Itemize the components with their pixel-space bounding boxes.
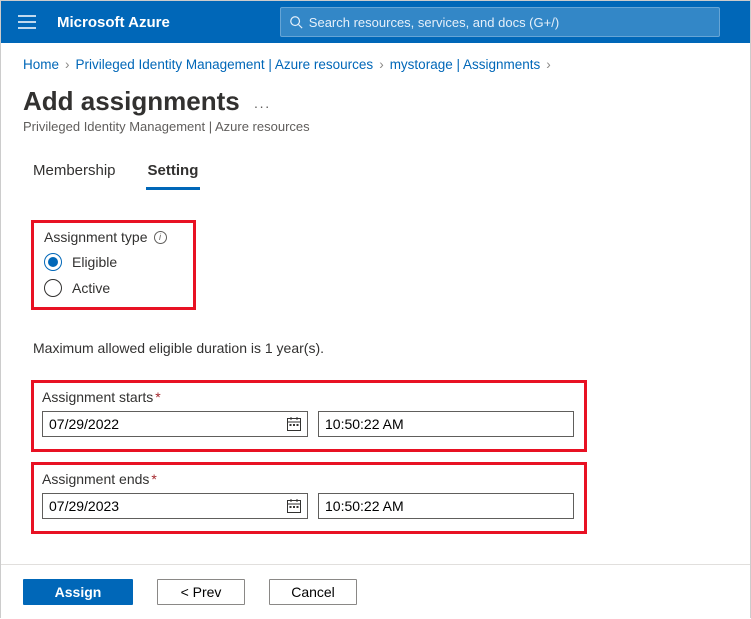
page-subtitle: Privileged Identity Management | Azure r… (23, 119, 728, 134)
assignment-type-label: Assignment type (44, 229, 148, 245)
assign-button[interactable]: Assign (23, 579, 133, 605)
radio-icon (44, 253, 62, 271)
ends-date-input[interactable] (49, 498, 285, 514)
assignment-type-group: Assignment type i Eligible Active (31, 220, 196, 310)
chevron-right-icon: › (546, 57, 551, 72)
radio-icon (44, 279, 62, 297)
assignment-starts-group: Assignment starts* (31, 380, 587, 452)
radio-active-label: Active (72, 280, 110, 296)
ends-date-field[interactable] (42, 493, 308, 519)
topbar: Microsoft Azure (1, 1, 750, 43)
content: Assignment type i Eligible Active Maximu… (1, 190, 750, 534)
radio-active[interactable]: Active (44, 279, 183, 297)
tab-setting[interactable]: Setting (146, 162, 201, 190)
global-search[interactable] (280, 7, 720, 37)
radio-eligible[interactable]: Eligible (44, 253, 183, 271)
info-icon[interactable]: i (154, 231, 167, 244)
tabs: Membership Setting (1, 136, 750, 190)
search-icon (289, 15, 303, 29)
cancel-button[interactable]: Cancel (269, 579, 357, 605)
breadcrumb-assignments[interactable]: mystorage | Assignments (390, 57, 541, 72)
prev-button[interactable]: < Prev (157, 579, 245, 605)
page-title: Add assignments (23, 86, 240, 117)
breadcrumb-pim[interactable]: Privileged Identity Management | Azure r… (76, 57, 374, 72)
assignment-starts-label: Assignment starts (42, 389, 153, 405)
hamburger-menu[interactable] (11, 6, 43, 38)
more-actions-button[interactable]: ··· (254, 98, 271, 114)
chevron-right-icon: › (379, 57, 384, 72)
duration-note: Maximum allowed eligible duration is 1 y… (33, 340, 718, 356)
hamburger-icon (18, 15, 36, 29)
required-marker: * (151, 471, 156, 487)
starts-time-input[interactable] (318, 411, 574, 437)
assignment-ends-group: Assignment ends* (31, 462, 587, 534)
radio-eligible-label: Eligible (72, 254, 117, 270)
chevron-right-icon: › (65, 57, 70, 72)
breadcrumb-home[interactable]: Home (23, 57, 59, 72)
required-marker: * (155, 389, 160, 405)
calendar-icon[interactable] (285, 416, 303, 432)
calendar-icon[interactable] (285, 498, 303, 514)
breadcrumb: Home › Privileged Identity Management | … (1, 43, 750, 82)
footer: Assign < Prev Cancel (1, 564, 750, 619)
ends-time-input[interactable] (318, 493, 574, 519)
title-block: Add assignments ··· Privileged Identity … (1, 82, 750, 136)
starts-date-field[interactable] (42, 411, 308, 437)
assignment-ends-label: Assignment ends (42, 471, 149, 487)
tab-membership[interactable]: Membership (31, 162, 118, 190)
global-search-input[interactable] (309, 15, 711, 30)
starts-date-input[interactable] (49, 416, 285, 432)
brand-label: Microsoft Azure (57, 14, 170, 31)
